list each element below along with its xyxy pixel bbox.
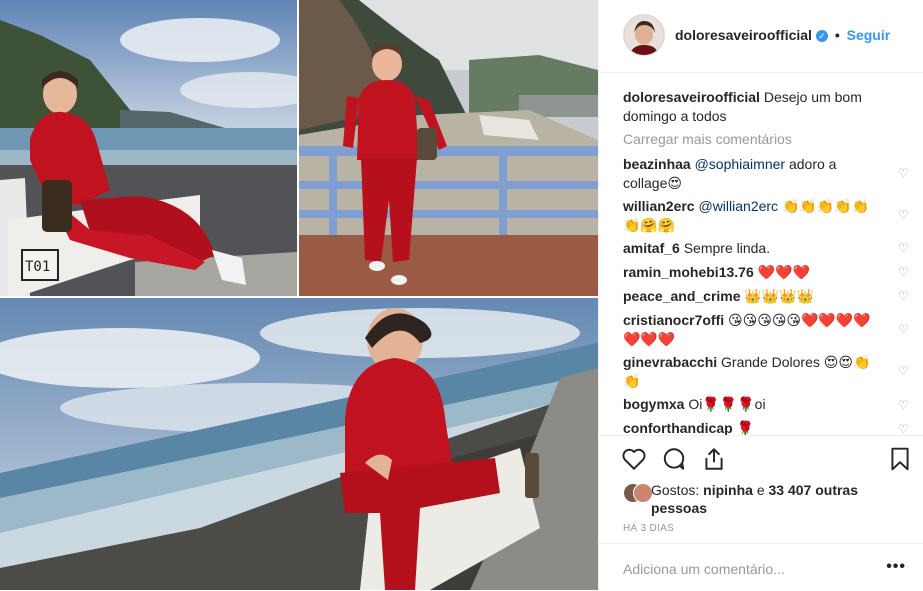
comment-username[interactable]: cristianocr7offi: [623, 312, 724, 328]
comment-username[interactable]: bogymxa: [623, 396, 684, 412]
comments-list[interactable]: doloresaveiroofficial Desejo um bom domi…: [599, 73, 923, 435]
comment-like-icon[interactable]: ♡: [898, 365, 910, 377]
comment-icon[interactable]: [661, 446, 687, 472]
likes-prefix: Gostos:: [651, 482, 700, 498]
likes-user[interactable]: nipinha: [703, 482, 753, 498]
caption-username[interactable]: doloresaveiroofficial: [623, 89, 760, 105]
comment-item: ramin_mohebi13.76 ❤️❤️❤️: [623, 263, 873, 282]
add-comment-input[interactable]: Adiciona um comentário...: [623, 561, 785, 577]
comment-item: beazinhaa @sophiaimner adoro a collage😍: [623, 155, 873, 193]
post-media-collage[interactable]: T01: [0, 0, 598, 590]
comment-text: ❤️❤️❤️: [757, 264, 810, 280]
comment-like-icon[interactable]: ♡: [898, 423, 910, 435]
comment-username[interactable]: amitaf_6: [623, 240, 680, 256]
header-user-row: doloresaveiroofficial ✓ • Seguir: [675, 27, 890, 43]
comment-item: cristianocr7offi 😘😘😘😘😘❤️❤️❤️❤️❤️❤️❤️: [623, 311, 873, 349]
comment-text: 👑👑👑👑: [744, 288, 815, 304]
post-sidebar: doloresaveiroofficial ✓ • Seguir doloresa…: [598, 0, 923, 590]
pillar-sign-text: T01: [25, 259, 50, 275]
post-caption: doloresaveiroofficial Desejo um bom domi…: [623, 88, 893, 126]
instagram-post-modal: T01 doloresaveiroofficial ✓ • Seguir dol…: [0, 0, 923, 590]
comment-item: willian2erc @willian2erc 👏👏👏👏👏👏🤗🤗: [623, 197, 873, 235]
comment-like-icon[interactable]: ♡: [898, 399, 910, 411]
comment-like-icon[interactable]: ♡: [898, 167, 910, 179]
photo-standing-by-railing: [299, 0, 598, 296]
comment-like-icon[interactable]: ♡: [898, 323, 910, 335]
photo-sitting-by-sea: [0, 298, 598, 590]
comment-username[interactable]: willian2erc: [623, 198, 695, 214]
header-username[interactable]: doloresaveiroofficial: [675, 27, 812, 43]
load-more-comments-button[interactable]: Carregar mais comentários: [623, 131, 792, 147]
comment-username[interactable]: peace_and_crime: [623, 288, 741, 304]
post-actions: Gostos: nipinha e 33 407 outras pessoas …: [599, 435, 923, 556]
comment-mention[interactable]: @sophiaimner: [695, 156, 785, 172]
comment-item: conforthandicap 🌹: [623, 419, 873, 435]
comment-text: Sempre linda.: [683, 240, 771, 256]
comment-item: bogymxa Oi🌹🌹🌹oi: [623, 395, 873, 414]
likes-count[interactable]: Gostos: nipinha e 33 407 outras pessoas: [651, 481, 891, 517]
share-icon[interactable]: [701, 446, 727, 472]
avatar[interactable]: [623, 14, 665, 56]
photo-sitting-on-pillar: T01: [0, 0, 297, 296]
comment-username[interactable]: beazinhaa: [623, 156, 691, 172]
comment-username[interactable]: ginevrabacchi: [623, 354, 717, 370]
add-comment-bar: Adiciona um comentário... •••: [599, 543, 923, 591]
avatar: [633, 483, 653, 503]
comment-item: ginevrabacchi Grande Dolores 😍😍👏👏: [623, 353, 873, 391]
comment-item: peace_and_crime 👑👑👑👑: [623, 287, 873, 306]
follow-button[interactable]: Seguir: [847, 27, 891, 43]
comment-like-icon[interactable]: ♡: [898, 242, 910, 254]
comment-like-icon[interactable]: ♡: [898, 209, 910, 221]
comment-text: 🌹: [736, 420, 754, 435]
header-separator: •: [834, 27, 840, 43]
comment-username[interactable]: conforthandicap: [623, 420, 733, 435]
comment-like-icon[interactable]: ♡: [898, 290, 910, 302]
comment-username[interactable]: ramin_mohebi13.76: [623, 264, 754, 280]
likes-mid: e: [756, 482, 765, 498]
comment-text: Oi🌹🌹🌹oi: [688, 396, 766, 412]
post-timestamp[interactable]: HÁ 3 DIAS: [623, 523, 674, 534]
more-options-icon[interactable]: •••: [886, 558, 906, 576]
comment-item: amitaf_6 Sempre linda.: [623, 239, 873, 258]
verified-badge-icon: ✓: [815, 30, 828, 42]
comment-mention[interactable]: @willian2erc: [698, 198, 778, 214]
bookmark-icon[interactable]: [887, 446, 913, 472]
comment-like-icon[interactable]: ♡: [898, 266, 910, 278]
like-heart-icon[interactable]: [621, 446, 647, 472]
post-header: doloresaveiroofficial ✓ • Seguir: [599, 0, 923, 73]
